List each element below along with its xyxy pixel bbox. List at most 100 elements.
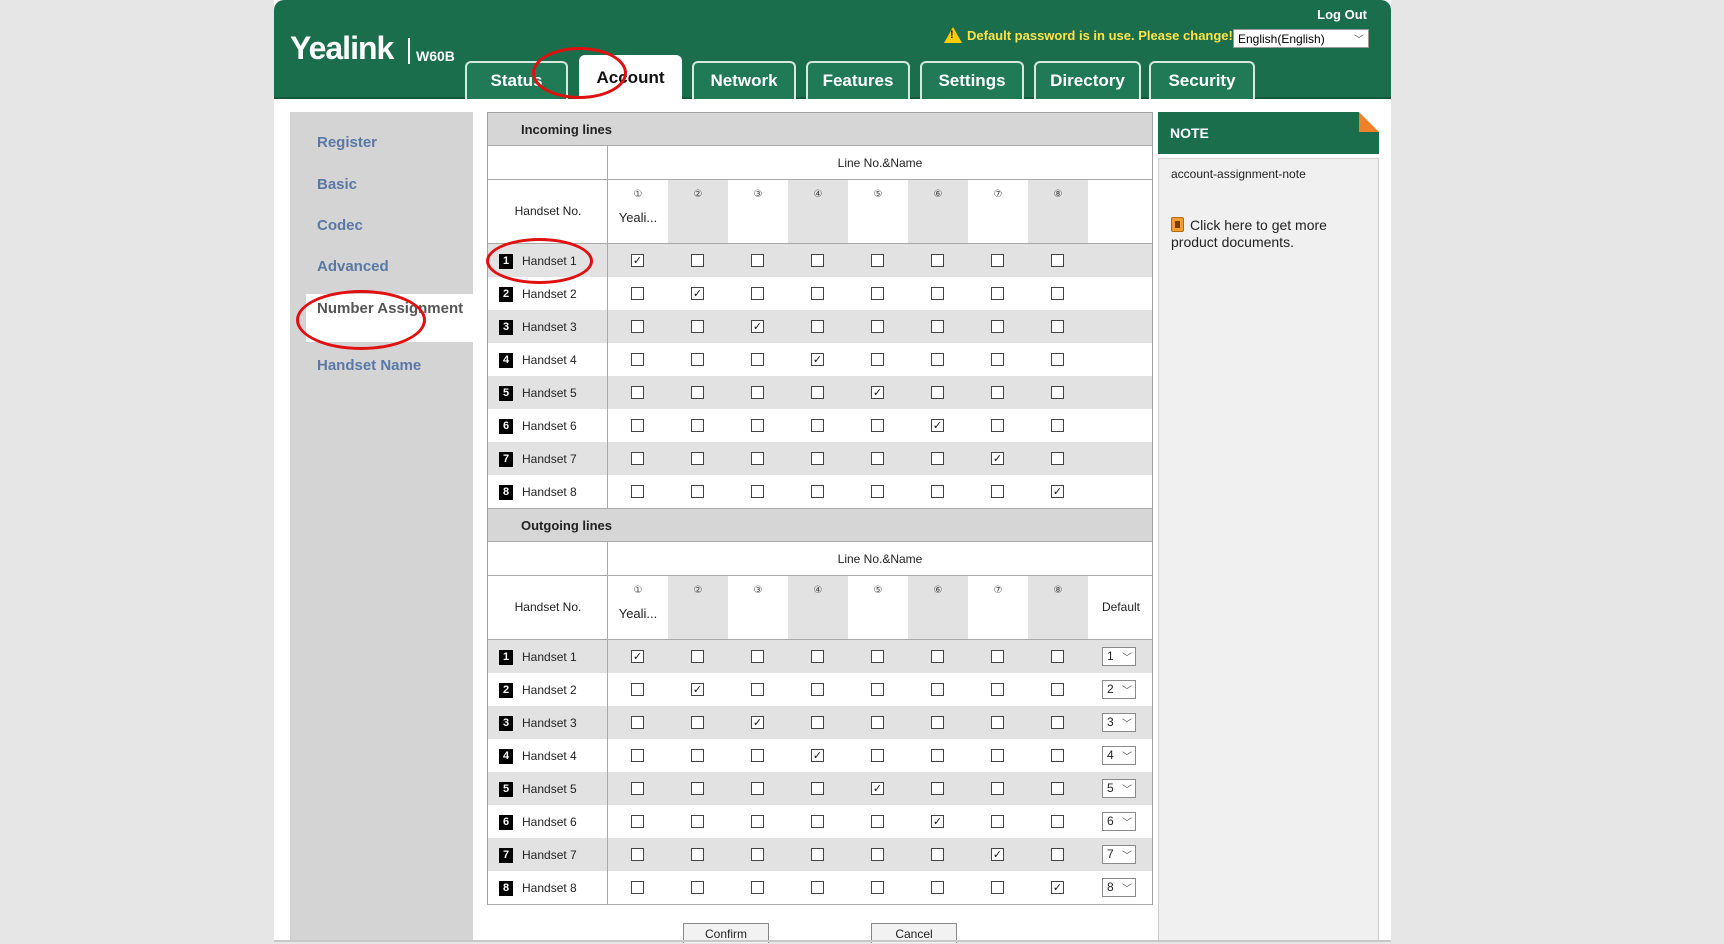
line-checkbox[interactable] [871, 419, 884, 432]
line-checkbox[interactable] [1051, 716, 1064, 729]
default-line-select[interactable]: 5 ﹀ [1102, 779, 1136, 798]
line-checkbox[interactable] [811, 452, 824, 465]
line-checkbox[interactable]: ✓ [871, 386, 884, 399]
line-checkbox[interactable] [1051, 419, 1064, 432]
line-checkbox[interactable] [811, 848, 824, 861]
line-checkbox[interactable] [751, 353, 764, 366]
line-checkbox[interactable] [811, 782, 824, 795]
line-checkbox[interactable] [811, 419, 824, 432]
tab-status[interactable]: Status [465, 61, 568, 99]
line-checkbox[interactable] [751, 815, 764, 828]
line-checkbox[interactable]: ✓ [811, 353, 824, 366]
line-checkbox[interactable] [1051, 650, 1064, 663]
line-checkbox[interactable] [991, 815, 1004, 828]
line-checkbox[interactable] [751, 650, 764, 663]
line-checkbox[interactable] [1051, 749, 1064, 762]
line-checkbox[interactable] [931, 254, 944, 267]
line-checkbox[interactable] [751, 782, 764, 795]
line-checkbox[interactable] [991, 353, 1004, 366]
line-checkbox[interactable] [931, 881, 944, 894]
line-checkbox[interactable] [991, 881, 1004, 894]
line-checkbox[interactable] [751, 386, 764, 399]
line-checkbox[interactable]: ✓ [691, 683, 704, 696]
line-checkbox[interactable] [691, 419, 704, 432]
line-checkbox[interactable] [751, 749, 764, 762]
sidebar-item-handset-name[interactable]: Handset Name [290, 357, 473, 374]
line-checkbox[interactable]: ✓ [931, 815, 944, 828]
line-checkbox[interactable]: ✓ [991, 452, 1004, 465]
line-checkbox[interactable] [811, 485, 824, 498]
line-checkbox[interactable]: ✓ [751, 320, 764, 333]
line-checkbox[interactable] [631, 683, 644, 696]
sidebar-item-advanced[interactable]: Advanced [290, 258, 473, 275]
tab-directory[interactable]: Directory [1034, 61, 1141, 99]
line-checkbox[interactable]: ✓ [631, 650, 644, 663]
line-checkbox[interactable] [751, 881, 764, 894]
line-checkbox[interactable]: ✓ [871, 782, 884, 795]
line-checkbox[interactable] [931, 716, 944, 729]
line-checkbox[interactable] [811, 683, 824, 696]
line-checkbox[interactable] [1051, 683, 1064, 696]
line-checkbox[interactable] [871, 650, 884, 663]
line-checkbox[interactable]: ✓ [631, 254, 644, 267]
line-checkbox[interactable]: ✓ [991, 848, 1004, 861]
line-checkbox[interactable] [691, 782, 704, 795]
line-checkbox[interactable]: ✓ [1051, 881, 1064, 894]
line-checkbox[interactable] [871, 254, 884, 267]
tab-features[interactable]: Features [806, 61, 910, 99]
line-checkbox[interactable]: ✓ [691, 287, 704, 300]
line-checkbox[interactable] [691, 716, 704, 729]
line-checkbox[interactable] [691, 386, 704, 399]
line-checkbox[interactable] [871, 287, 884, 300]
line-checkbox[interactable] [931, 782, 944, 795]
line-checkbox[interactable] [871, 815, 884, 828]
tab-network[interactable]: Network [692, 61, 796, 99]
line-checkbox[interactable] [931, 485, 944, 498]
line-checkbox[interactable] [811, 386, 824, 399]
line-checkbox[interactable] [991, 749, 1004, 762]
tab-security[interactable]: Security [1149, 61, 1255, 99]
line-checkbox[interactable] [1051, 386, 1064, 399]
line-checkbox[interactable] [691, 452, 704, 465]
line-checkbox[interactable] [871, 485, 884, 498]
line-checkbox[interactable] [1051, 254, 1064, 267]
product-documents-link[interactable]: Click here to get more product documents… [1171, 217, 1371, 251]
logout-link[interactable]: Log Out [1317, 7, 1367, 22]
line-checkbox[interactable] [1051, 353, 1064, 366]
line-checkbox[interactable] [811, 320, 824, 333]
line-checkbox[interactable] [871, 716, 884, 729]
line-checkbox[interactable] [931, 650, 944, 663]
line-checkbox[interactable] [991, 320, 1004, 333]
line-checkbox[interactable] [811, 254, 824, 267]
line-checkbox[interactable] [871, 749, 884, 762]
line-checkbox[interactable] [991, 254, 1004, 267]
default-line-select[interactable]: 8 ﹀ [1102, 878, 1136, 897]
line-checkbox[interactable] [631, 320, 644, 333]
line-checkbox[interactable]: ✓ [751, 716, 764, 729]
default-line-select[interactable]: 2 ﹀ [1102, 680, 1136, 699]
default-line-select[interactable]: 6 ﹀ [1102, 812, 1136, 831]
default-line-select[interactable]: 1 ﹀ [1102, 647, 1136, 666]
line-checkbox[interactable] [991, 419, 1004, 432]
line-checkbox[interactable]: ✓ [1051, 485, 1064, 498]
line-checkbox[interactable] [1051, 452, 1064, 465]
line-checkbox[interactable] [811, 815, 824, 828]
line-checkbox[interactable] [751, 848, 764, 861]
line-checkbox[interactable] [631, 716, 644, 729]
line-checkbox[interactable] [631, 815, 644, 828]
line-checkbox[interactable] [691, 320, 704, 333]
line-checkbox[interactable] [751, 419, 764, 432]
line-checkbox[interactable] [691, 848, 704, 861]
line-checkbox[interactable] [991, 683, 1004, 696]
line-checkbox[interactable] [691, 485, 704, 498]
line-checkbox[interactable]: ✓ [811, 749, 824, 762]
line-checkbox[interactable] [991, 485, 1004, 498]
line-checkbox[interactable] [931, 353, 944, 366]
line-checkbox[interactable] [871, 320, 884, 333]
sidebar-item-register[interactable]: Register [290, 134, 473, 151]
line-checkbox[interactable] [931, 749, 944, 762]
line-checkbox[interactable] [871, 683, 884, 696]
line-checkbox[interactable] [871, 848, 884, 861]
line-checkbox[interactable] [871, 353, 884, 366]
line-checkbox[interactable] [1051, 287, 1064, 300]
